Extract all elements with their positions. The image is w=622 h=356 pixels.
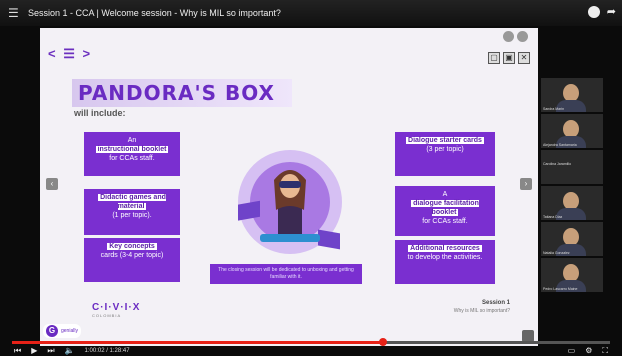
card-dialogue-starter: Dialogue starter cards (3 per topic) (395, 132, 495, 176)
toolbar-dot-icon[interactable] (517, 31, 528, 42)
next-icon[interactable]: ⏭ (47, 346, 54, 356)
right-controls: ▭ ⚙ ⛶ (568, 346, 608, 356)
restore-icon[interactable]: ▣ (503, 52, 515, 64)
participant-tiles: Sandra Marin Alejandra Santamaria Caroli… (541, 78, 605, 294)
watch-later-icon[interactable] (588, 6, 600, 18)
participant-name: Sandra Marin (543, 107, 565, 111)
progress-fill (12, 341, 383, 344)
slide-subtitle: will include: (74, 108, 126, 118)
card-didactic-games: Didactic games and material (1 per topic… (84, 189, 180, 235)
civix-logo: C·I·V·I·X COLOMBIA (92, 302, 141, 318)
slide-toolbar (503, 31, 528, 42)
genially-badge[interactable]: G genially (43, 324, 81, 338)
participant-name: Pedro Lascarro Maine (543, 287, 578, 291)
player-controls: ⏮ ▶ ⏭ 🔈 1:00:02 / 1:28:47 ▭ ⚙ ⛶ (0, 345, 622, 356)
next-slide-icon[interactable]: › (520, 178, 532, 190)
participant-tile[interactable]: Sandra Marin (541, 78, 603, 112)
toolbar-dot-icon[interactable] (503, 31, 514, 42)
play-icon[interactable]: ▶ (31, 346, 37, 355)
volume-icon[interactable]: 🔈 (65, 346, 75, 355)
participant-name: Carolina Jaramillo (543, 162, 572, 166)
session-label: Session 1 Why is MIL so important? (453, 300, 510, 314)
progress-bar[interactable] (12, 338, 610, 346)
participant-tile[interactable]: Pedro Lascarro Maine (541, 258, 603, 292)
participant-name: Tatiana Diaz (543, 215, 563, 219)
participant-name: Alejandra Santamaria (543, 143, 577, 147)
card-additional-resources: Additional resources to develop the acti… (395, 240, 495, 284)
slide-window-buttons: ▢ ▣ ✕ (488, 52, 530, 64)
prev-slide-icon[interactable]: ‹ (46, 178, 58, 190)
participant-tile[interactable]: Carolina Jaramillo (541, 150, 603, 184)
presentation-slide: < ☰ > ▢ ▣ ✕ PANDORA'S BOX will include: … (40, 28, 538, 346)
slide-nav-controls[interactable]: < ☰ > (48, 46, 92, 62)
card-instructional-booklet: An instructional booklet for CCAs staff. (84, 132, 180, 176)
genially-logo-icon: G (46, 325, 58, 337)
fullscreen-icon[interactable]: ⛶ (602, 346, 608, 356)
vr-woman-illustration (238, 150, 342, 254)
participant-tile[interactable]: Alejandra Santamaria (541, 114, 603, 148)
participant-name: Natalia Gonzalez (543, 251, 570, 255)
time-display: 1:00:02 / 1:28:47 (84, 347, 130, 354)
video-player[interactable]: ☰ Session 1 - CCA | Welcome session - Wh… (0, 0, 622, 356)
participant-tile[interactable]: Tatiana Diaz (541, 186, 603, 220)
card-dialogue-facilitation: A dialogue facilitation booklet for CCAs… (395, 186, 495, 236)
video-title-bar: ☰ Session 1 - CCA | Welcome session - Wh… (0, 0, 622, 26)
video-title[interactable]: Session 1 - CCA | Welcome session - Why … (28, 8, 281, 18)
settings-icon[interactable]: ⚙ (585, 346, 592, 356)
card-key-concepts: Key concepts cards (3-4 per topic) (84, 238, 180, 282)
share-icon[interactable]: ➦ (607, 5, 616, 18)
captions-icon[interactable]: ▭ (568, 346, 576, 356)
minimize-icon[interactable]: ▢ (488, 52, 500, 64)
playlist-menu-icon[interactable]: ☰ (8, 6, 22, 20)
closing-session-banner: The closing session will be dedicated to… (210, 264, 362, 284)
slide-title-bar: PANDORA'S BOX (72, 79, 292, 107)
previous-icon[interactable]: ⏮ (14, 346, 21, 356)
close-icon[interactable]: ✕ (518, 52, 530, 64)
slide-title: PANDORA'S BOX (78, 81, 275, 105)
participant-tile[interactable]: Natalia Gonzalez (541, 222, 603, 256)
